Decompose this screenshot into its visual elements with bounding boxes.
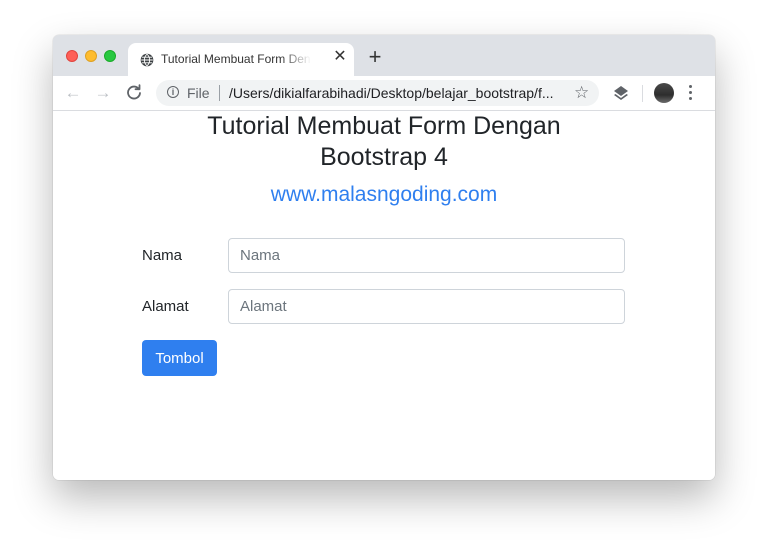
new-tab-button[interactable]: +	[366, 46, 384, 68]
tab-title: Tutorial Membuat Form Dengan Bootstrap 4	[161, 52, 311, 66]
page-title-line2: Bootstrap 4	[320, 143, 448, 171]
globe-icon	[140, 53, 154, 67]
address-bar[interactable]: i File /Users/dikialfarabihadi/Desktop/b…	[156, 80, 599, 106]
tab-active[interactable]: Tutorial Membuat Form Dengan Bootstrap 4…	[128, 43, 354, 76]
page-content: Tutorial Membuat Form Dengan Bootstrap 4…	[53, 111, 715, 480]
scheme-label: File	[187, 85, 210, 101]
url-text[interactable]: /Users/dikialfarabihadi/Desktop/belajar_…	[229, 85, 564, 101]
star-icon[interactable]: ☆	[574, 83, 589, 103]
avatar[interactable]	[654, 83, 674, 103]
back-button[interactable]: ←	[64, 84, 82, 102]
page-title: Tutorial Membuat Form Dengan Bootstrap 4	[53, 111, 715, 173]
page-title-line1: Tutorial Membuat Form Dengan	[207, 112, 561, 140]
address-divider	[219, 85, 220, 101]
layers-icon[interactable]	[613, 85, 629, 101]
forward-button[interactable]: →	[94, 84, 112, 102]
tab-strip: Tutorial Membuat Form Dengan Bootstrap 4…	[53, 35, 715, 76]
minimize-window-button[interactable]	[85, 50, 97, 62]
alamat-label: Alamat	[142, 298, 189, 315]
nama-label: Nama	[142, 247, 183, 264]
nama-input[interactable]	[228, 238, 625, 273]
close-window-button[interactable]	[66, 50, 78, 62]
tab-close-icon[interactable]: ✕	[332, 49, 348, 65]
browser-toolbar: ← → i File /Users/dikialfarabihadi/Deskt…	[53, 76, 715, 111]
toolbar-divider	[642, 85, 643, 102]
zoom-window-button[interactable]	[104, 50, 116, 62]
alamat-input[interactable]	[228, 289, 625, 324]
browser-window: Tutorial Membuat Form Dengan Bootstrap 4…	[53, 35, 715, 480]
info-icon[interactable]: i	[167, 86, 179, 98]
page-subtitle: www.malasngoding.com	[270, 183, 498, 206]
tombol-button[interactable]: Tombol	[142, 340, 217, 376]
reload-icon[interactable]	[125, 84, 143, 102]
more-vert-icon[interactable]	[689, 85, 693, 101]
